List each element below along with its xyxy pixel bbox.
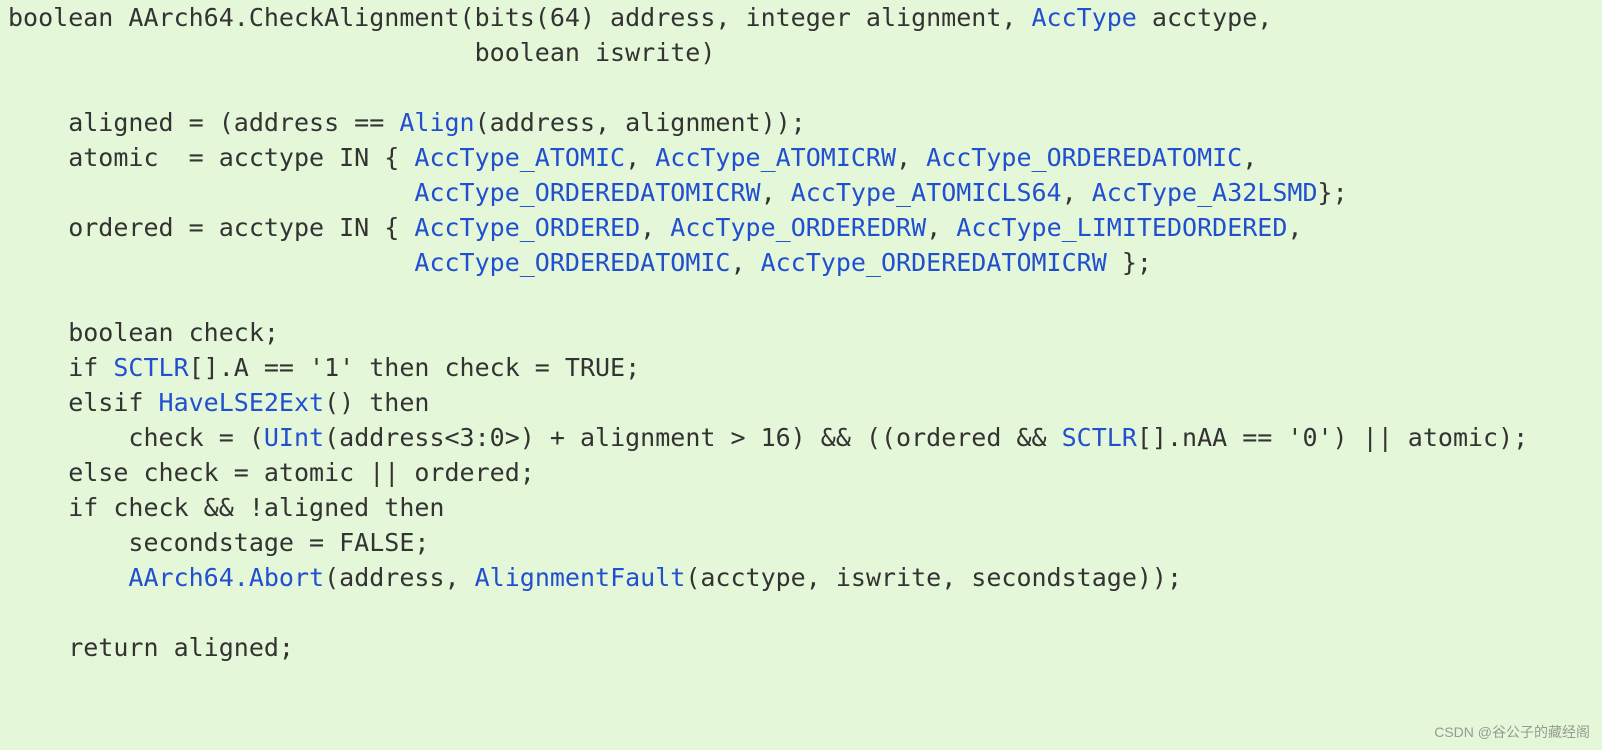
enum-link[interactable]: AccType_ORDEREDATOMICRW: [761, 248, 1107, 277]
enum-link[interactable]: AccType_ORDEREDATOMICRW: [414, 178, 760, 207]
code-line: boolean iswrite): [8, 38, 715, 67]
enum-link[interactable]: AccType_ORDEREDATOMIC: [926, 143, 1242, 172]
reg-link[interactable]: SCTLR: [113, 353, 188, 382]
watermark-text: CSDN @谷公子的藏经阁: [1434, 722, 1590, 742]
fn-link[interactable]: HaveLSE2Ext: [159, 388, 325, 417]
enum-link[interactable]: AccType_ORDEREDATOMIC: [414, 248, 730, 277]
code-line: AArch64.Abort(address, AlignmentFault(ac…: [8, 563, 1182, 592]
enum-link[interactable]: AccType_ATOMICRW: [655, 143, 896, 172]
enum-link[interactable]: AccType_ATOMICLS64: [791, 178, 1062, 207]
code-line: check = (UInt(address<3:0>) + alignment …: [8, 423, 1528, 452]
fn-link[interactable]: AlignmentFault: [475, 563, 686, 592]
code-line: AccType_ORDEREDATOMIC, AccType_ORDEREDAT…: [8, 248, 1152, 277]
enum-link[interactable]: AccType_ORDERED: [414, 213, 640, 242]
code-line: secondstage = FALSE;: [8, 528, 429, 557]
enum-link[interactable]: AccType_A32LSMD: [1092, 178, 1318, 207]
code-line: else check = atomic || ordered;: [8, 458, 535, 487]
code-line: AccType_ORDEREDATOMICRW, AccType_ATOMICL…: [8, 178, 1348, 207]
code-line: atomic = acctype IN { AccType_ATOMIC, Ac…: [8, 143, 1257, 172]
reg-link[interactable]: SCTLR: [1062, 423, 1137, 452]
code-line: if SCTLR[].A == '1' then check = TRUE;: [8, 353, 640, 382]
enum-link[interactable]: AccType_ATOMIC: [414, 143, 625, 172]
code-line: if check && !aligned then: [8, 493, 445, 522]
fn-link[interactable]: Align: [399, 108, 474, 137]
fn-link[interactable]: AArch64.Abort: [128, 563, 324, 592]
code-line: elsif HaveLSE2Ext() then: [8, 388, 429, 417]
type-link[interactable]: AccType: [1032, 3, 1137, 32]
code-block: boolean AArch64.CheckAlignment(bits(64) …: [0, 0, 1602, 665]
fn-link[interactable]: UInt: [264, 423, 324, 452]
code-line: boolean AArch64.CheckAlignment(bits(64) …: [8, 3, 1272, 32]
enum-link[interactable]: AccType_ORDEREDRW: [670, 213, 926, 242]
code-line: aligned = (address == Align(address, ali…: [8, 108, 806, 137]
enum-link[interactable]: AccType_LIMITEDORDERED: [956, 213, 1287, 242]
code-line: ordered = acctype IN { AccType_ORDERED, …: [8, 213, 1302, 242]
code-line: boolean check;: [8, 318, 279, 347]
code-line: return aligned;: [8, 633, 294, 662]
